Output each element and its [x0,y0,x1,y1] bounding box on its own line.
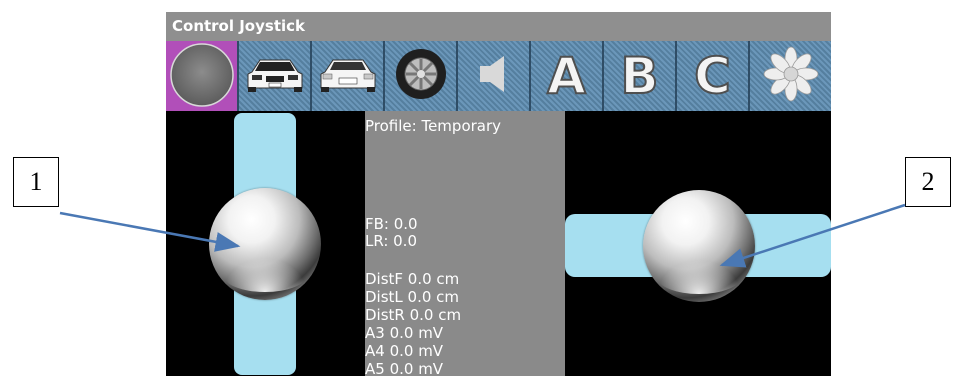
speaker-button[interactable] [458,41,531,111]
a-button[interactable]: A [531,41,604,111]
gear-flower-icon [763,46,819,106]
a-label: A [546,47,587,105]
speaker-icon [474,51,514,101]
car-rear-icon [317,54,379,98]
wheel-icon [393,46,449,106]
callout-label-1: 1 [13,157,59,207]
info-panel: Profile: Temporary FB: 0.0 LR: 0.0 DistF… [365,111,565,376]
profile-text: Profile: Temporary [365,117,502,135]
app-screen: Control Joystick A B C Profile: Temporar… [166,12,831,376]
c-button[interactable]: C [677,41,750,111]
callout-label-2: 2 [905,157,951,207]
distf-value: DistF 0.0 cm [365,270,460,288]
distr-value: DistR 0.0 cm [365,306,462,324]
distl-value: DistL 0.0 cm [365,288,460,306]
toolbar: A B C [166,41,831,111]
c-label: C [693,47,732,105]
a3-value: A3 0.0 mV [365,324,444,342]
wheel-button[interactable] [385,41,458,111]
title-bar: Control Joystick [166,12,831,41]
settings-button[interactable] [750,41,831,111]
car-rear-button[interactable] [312,41,385,111]
right-joystick-knob[interactable] [643,190,755,302]
car-front-button[interactable] [239,41,312,111]
left-joystick-knob[interactable] [209,188,321,300]
gray-circle-icon [167,41,237,111]
car-front-icon [244,54,306,98]
circle-button[interactable] [166,41,239,111]
lr-value: LR: 0.0 [365,232,417,250]
b-button[interactable]: B [604,41,677,111]
a5-value: A5 0.0 mV [365,360,444,376]
a4-value: A4 0.0 mV [365,342,444,360]
fb-value: FB: 0.0 [365,215,418,233]
b-label: B [619,47,659,105]
